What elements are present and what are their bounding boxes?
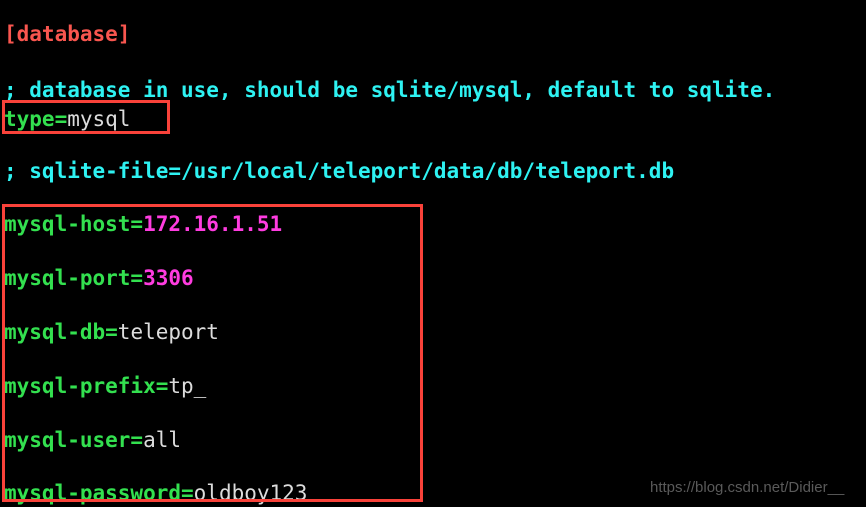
- config-value-mysql-user: all: [143, 428, 182, 452]
- config-line-mysql-host: mysql-host=172.16.1.51: [4, 212, 282, 236]
- config-key-mysql-host: mysql-host=: [4, 212, 144, 236]
- config-value-mysql-host: 172.16.1.51: [143, 212, 283, 236]
- config-key-mysql-db: mysql-db=: [4, 320, 118, 344]
- config-value-mysql-prefix: tp_: [168, 374, 207, 398]
- config-line-mysql-prefix: mysql-prefix=tp_: [4, 374, 206, 398]
- watermark-text: https://blog.csdn.net/Didier__: [650, 479, 845, 496]
- config-line-mysql-password: mysql-password=oldboy123: [4, 481, 307, 505]
- config-value-mysql-db: teleport: [117, 320, 219, 344]
- comment-line-type: ; database in use, should be sqlite/mysq…: [4, 78, 776, 102]
- config-key-mysql-port: mysql-port=: [4, 266, 144, 290]
- config-line-type: type=mysql: [4, 107, 130, 131]
- comment-line-sqlite-file: ; sqlite-file=/usr/local/teleport/data/d…: [4, 159, 675, 183]
- config-key-mysql-prefix: mysql-prefix=: [4, 374, 169, 398]
- config-line-mysql-port: mysql-port=3306: [4, 266, 194, 290]
- config-line-mysql-db: mysql-db=teleport: [4, 320, 219, 344]
- config-value-mysql-password: oldboy123: [193, 481, 308, 505]
- config-section-header: [database]: [4, 22, 131, 46]
- terminal-screen: [database] ; database in use, should be …: [0, 0, 866, 507]
- config-value-type: mysql: [67, 107, 131, 131]
- config-key-mysql-password: mysql-password=: [4, 481, 194, 505]
- config-key-mysql-user: mysql-user=: [4, 428, 144, 452]
- config-line-mysql-user: mysql-user=all: [4, 428, 181, 452]
- highlight-box-mysql-settings: [2, 204, 423, 502]
- config-value-mysql-port: 3306: [143, 266, 194, 290]
- config-key-type: type=: [4, 107, 68, 131]
